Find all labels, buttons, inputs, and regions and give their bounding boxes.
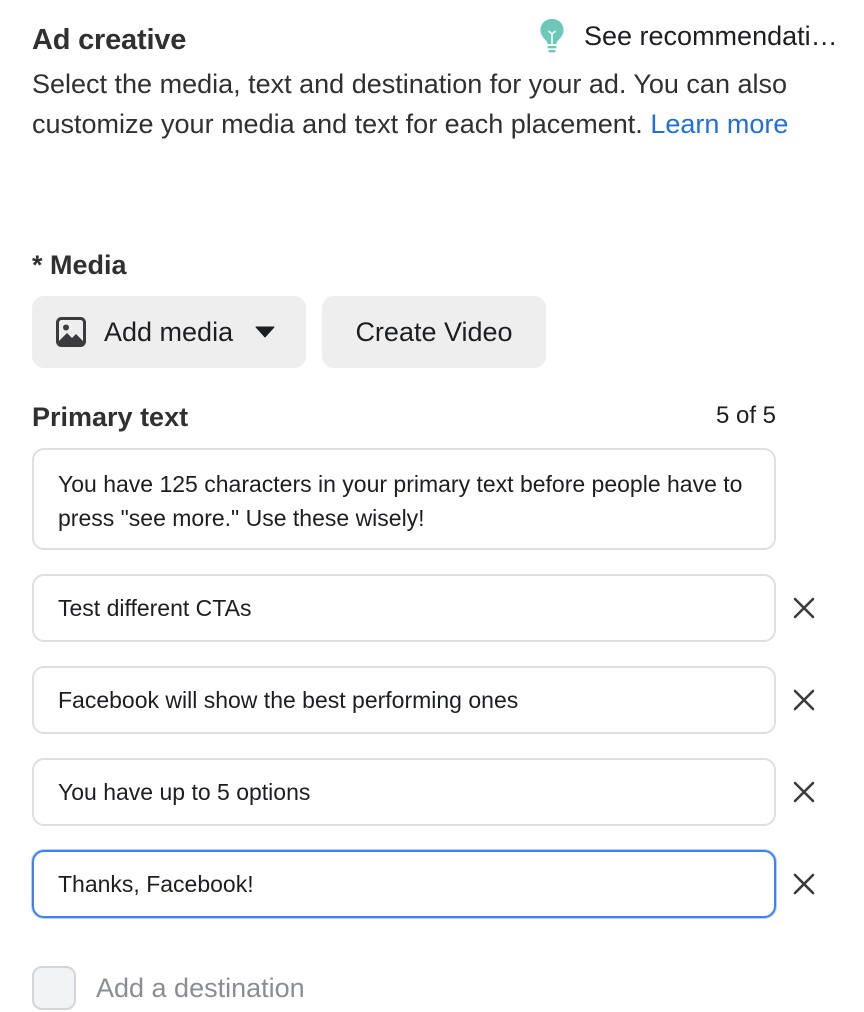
primary-text-counter: 5 of 5 <box>715 402 776 429</box>
add-destination-checkbox[interactable] <box>32 966 76 1010</box>
media-label: * Media <box>32 250 127 280</box>
ad-creative-panel: Ad creative See recommendations Select t… <box>0 0 864 1012</box>
close-icon[interactable] <box>790 870 818 898</box>
lightbulb-icon <box>536 16 568 56</box>
close-icon[interactable] <box>790 686 818 714</box>
close-icon[interactable] <box>790 778 818 806</box>
section-title: Ad creative <box>32 24 187 56</box>
learn-more-link[interactable]: Learn more <box>650 109 788 139</box>
add-media-label: Add media <box>104 316 234 347</box>
see-recommendations-label: See recommendations <box>584 20 844 51</box>
image-icon <box>56 317 86 347</box>
section-description: Select the media, text and destination f… <box>32 64 822 144</box>
add-media-button[interactable]: Add media <box>32 296 306 368</box>
primary-text-field-5[interactable]: Thanks, Facebook! <box>32 850 776 918</box>
caret-down-icon <box>255 326 275 338</box>
primary-text-field-1[interactable]: You have 125 characters in your primary … <box>32 448 776 550</box>
primary-text-label: Primary text <box>32 402 189 432</box>
add-destination-row[interactable]: Add a destination <box>32 966 305 1010</box>
primary-text-field-4[interactable]: You have up to 5 options <box>32 758 776 826</box>
close-icon[interactable] <box>790 594 818 622</box>
primary-text-field-3[interactable]: Facebook will show the best performing o… <box>32 666 776 734</box>
primary-text-field-2[interactable]: Test different CTAs <box>32 574 776 642</box>
add-destination-label: Add a destination <box>96 972 305 1003</box>
create-video-button[interactable]: Create Video <box>322 296 546 368</box>
see-recommendations-button[interactable]: See recommendations <box>536 16 846 56</box>
